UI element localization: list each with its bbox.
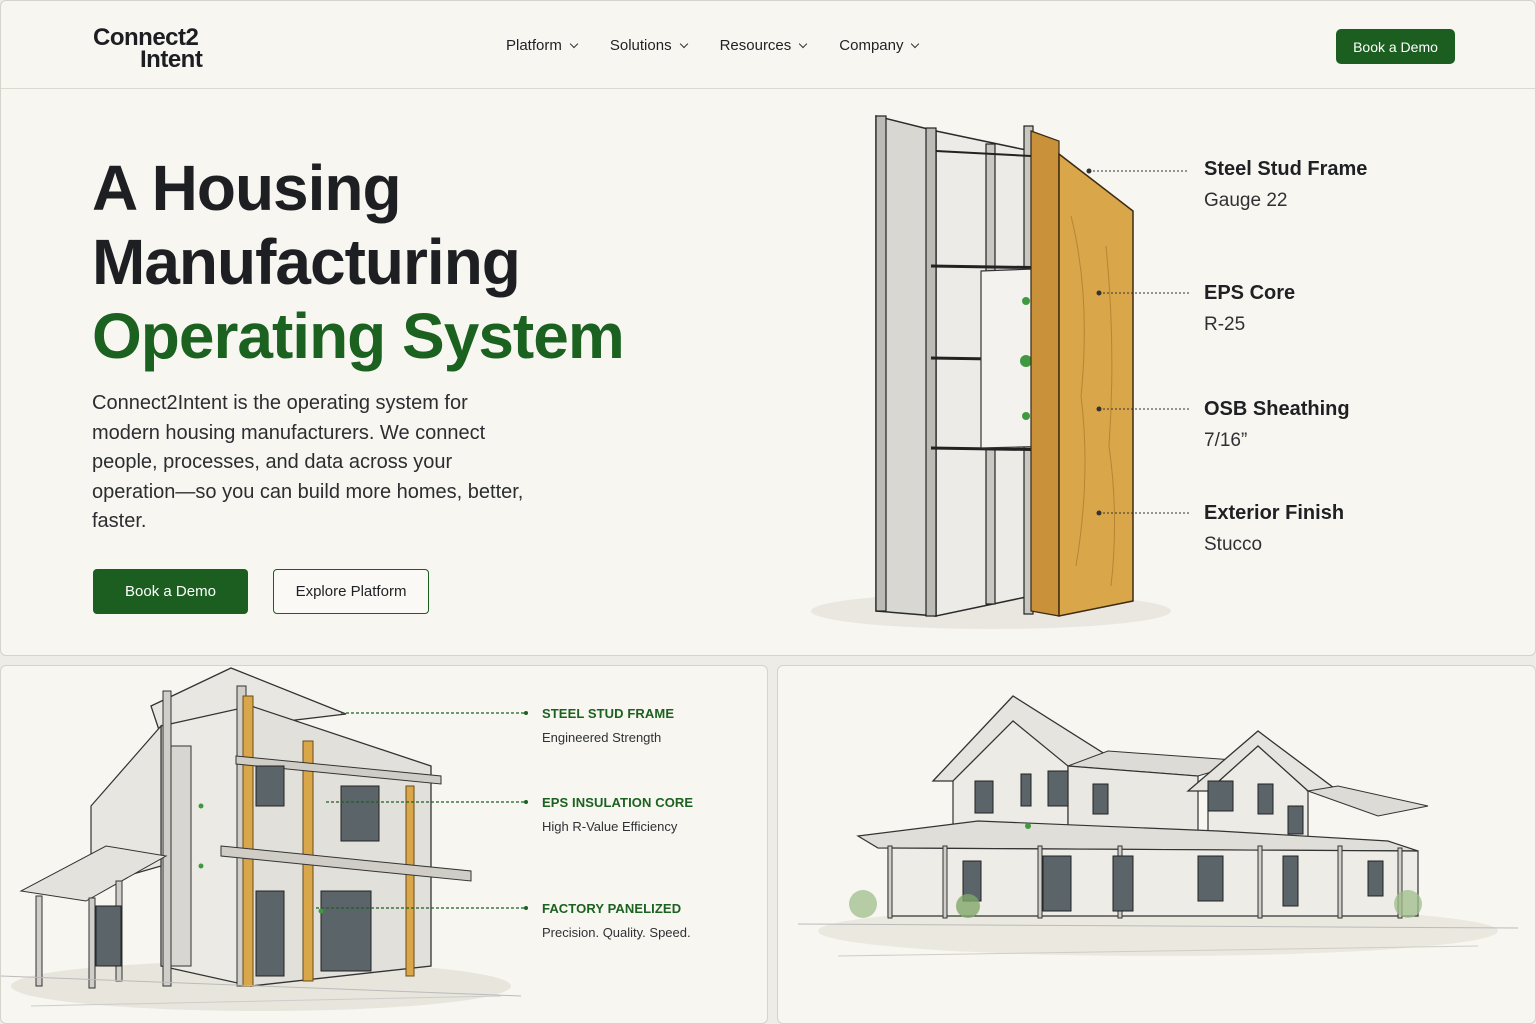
headline-line1: A Housing (92, 152, 402, 224)
nav-label: Resources (719, 37, 792, 54)
main-nav: Platform Solutions Resources Company (506, 37, 951, 54)
construction-card: STEEL STUD FRAME Engineered Strength EPS… (0, 665, 768, 1024)
spec-name: Steel Stud Frame (1204, 158, 1368, 180)
nav-label: Company (839, 37, 904, 54)
header-book-demo-button[interactable]: Book a Demo (1336, 29, 1455, 64)
explore-platform-button[interactable]: Explore Platform (273, 569, 429, 614)
nav-item-platform[interactable]: Platform (506, 37, 579, 54)
feature-title: STEEL STUD FRAME (542, 706, 675, 721)
chevron-down-icon (799, 39, 808, 48)
nav-item-company[interactable]: Company (839, 37, 920, 54)
nav-item-solutions[interactable]: Solutions (609, 37, 688, 54)
spec-name: OSB Sheathing (1204, 398, 1350, 420)
hero-section: Connect2 Intent Platform Solutions Resou… (0, 0, 1536, 656)
book-demo-button[interactable]: Book a Demo (93, 569, 248, 614)
chevron-down-icon (679, 39, 688, 48)
feature-factory-panelized: FACTORY PANELIZED Precision. Quality. Sp… (542, 901, 691, 941)
spec-eps-core: EPS Core R-25 (1204, 281, 1295, 336)
chevron-down-icon (569, 39, 579, 48)
chevron-down-icon (911, 39, 920, 48)
spec-value: Gauge 22 (1204, 190, 1288, 211)
feature-eps-insulation-core: EPS INSULATION CORE High R-Value Efficie… (542, 795, 693, 835)
nav-label: Solutions (609, 37, 672, 54)
hero-description: Connect2Intent is the operating system f… (92, 392, 524, 532)
spec-osb-sheathing: OSB Sheathing 7/16” (1204, 397, 1350, 452)
spec-value: Stucco (1204, 534, 1263, 555)
feature-title: FACTORY PANELIZED (542, 901, 682, 916)
spec-steel-stud-frame: Steel Stud Frame Gauge 22 (1204, 157, 1367, 212)
spec-value: 7/16” (1204, 430, 1248, 451)
spec-name: EPS Core (1204, 282, 1296, 304)
headline-line3: Operating System (92, 300, 625, 372)
spec-value: R-25 (1204, 314, 1246, 335)
hero-headline: A Housing Manufacturing Operating System (92, 151, 625, 373)
spec-name: Exterior Finish (1204, 502, 1345, 524)
brand-logo[interactable]: Connect2 Intent (93, 25, 213, 73)
logo-text-line2: Intent (140, 46, 203, 73)
wall-section-illustration (811, 115, 1189, 629)
finished-house-illustration (797, 695, 1519, 957)
nav-label: Platform (506, 37, 562, 54)
nav-item-resources[interactable]: Resources (719, 37, 808, 54)
feature-steel-stud-frame: STEEL STUD FRAME Engineered Strength (542, 706, 674, 746)
site-header: Connect2 Intent Platform Solutions Resou… (1, 1, 1535, 89)
feature-subtitle: Precision. Quality. Speed. (542, 925, 691, 940)
finished-home-card (777, 665, 1536, 1024)
feature-subtitle: Engineered Strength (542, 730, 662, 745)
headline-line2: Manufacturing (92, 226, 521, 298)
feature-subtitle: High R-Value Efficiency (542, 819, 678, 834)
feature-title: EPS INSULATION CORE (542, 795, 694, 810)
spec-exterior-finish: Exterior Finish Stucco (1204, 501, 1344, 556)
